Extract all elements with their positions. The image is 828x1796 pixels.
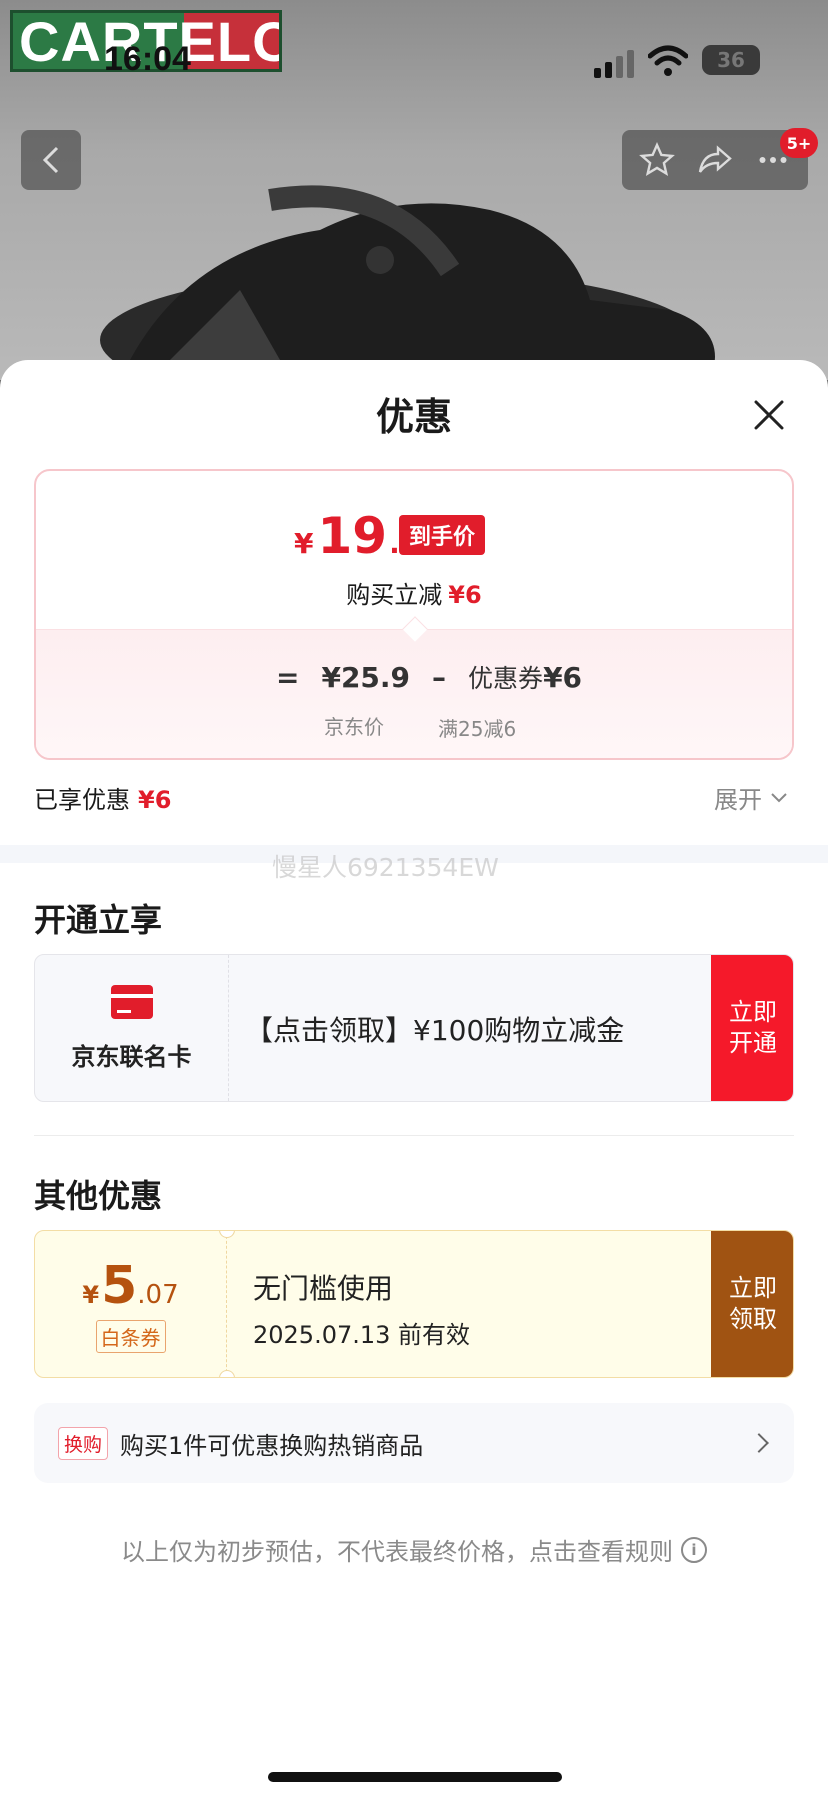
coupon-type: 白条券 (95, 1319, 166, 1353)
coupon-condition: 满25减6 (438, 717, 517, 741)
chevron-right-icon (749, 1433, 769, 1453)
enjoyed-discount: 已享优惠 ¥6 (34, 786, 172, 814)
price-breakdown: = ¥25.9 – 优惠券 ¥6 (276, 661, 583, 694)
coupon-expiry: 2025.07.13 前有效 (253, 1321, 471, 1349)
jd-price: ¥25.9 (321, 661, 411, 694)
rules-footnote[interactable]: 以上仅为初步预估，不代表最终价格，点击查看规则 i (0, 1532, 828, 1567)
close-icon[interactable] (748, 394, 790, 436)
instant-discount: 购买立减 ¥6 (346, 581, 482, 609)
shoe-image (100, 185, 715, 380)
card-name: 京东联名卡 (71, 1042, 192, 1071)
card-offer-desc: 【点击领取】¥100购物立减金 (245, 1014, 625, 1047)
swap-offer-row[interactable]: 换购 购买1件可优惠换购热销商品 (34, 1403, 794, 1483)
open-now-button[interactable]: 立即 开通 (711, 955, 793, 1101)
status-time: 16:04 (104, 40, 191, 78)
baitiao-coupon[interactable]: ¥ 5 .07 白条券 无门槛使用 2025.07.13 前有效 立即 领取 (34, 1230, 794, 1378)
coupon-amount: ¥ 5 .07 (82, 1255, 179, 1316)
section-title-other: 其他优惠 (34, 1177, 163, 1215)
share-icon[interactable] (697, 142, 733, 178)
star-icon[interactable] (639, 142, 675, 178)
back-button[interactable] (21, 130, 81, 190)
claim-coupon-button[interactable]: 立即 领取 (711, 1231, 793, 1377)
coupon-discount: ¥6 (543, 661, 583, 694)
jd-price-label: 京东价 (324, 715, 384, 739)
battery-icon: 36 (702, 45, 760, 75)
final-price-tag: 到手价 (399, 515, 486, 555)
divider (34, 1135, 794, 1136)
home-indicator[interactable] (268, 1772, 562, 1782)
swap-tag: 换购 (58, 1426, 109, 1460)
message-count-badge: 5+ (780, 128, 818, 158)
watermark: 慢星人6921354EW (272, 853, 499, 882)
discount-sheet: 优惠 ¥ 19 .9 到手价 购买立减¥6 = ¥25.9 – 优惠券 ¥6 京… (0, 360, 828, 1796)
swap-text: 购买1件可优惠换购热销商品 (120, 1431, 424, 1460)
wifi-icon (648, 45, 688, 76)
coupon-title: 无门槛使用 (253, 1272, 394, 1305)
credit-card-icon (110, 984, 153, 1019)
section-title-open: 开通立享 (34, 901, 163, 939)
final-price-card: ¥ 19 .9 到手价 购买立减¥6 = ¥25.9 – 优惠券 ¥6 京东价 … (34, 469, 794, 760)
product-background: CARTELO 16:04 36 5+ (0, 0, 828, 380)
cellular-signal-icon (594, 48, 638, 78)
info-icon[interactable]: i (681, 1536, 707, 1563)
expand-button[interactable]: 展开 (714, 780, 788, 815)
chevron-down-icon (771, 792, 787, 802)
chevron-left-icon (42, 146, 59, 174)
jd-card-offer[interactable]: 京东联名卡 【点击领取】¥100购物立减金 立即 开通 (34, 954, 794, 1102)
sheet-title: 优惠 (375, 395, 452, 439)
